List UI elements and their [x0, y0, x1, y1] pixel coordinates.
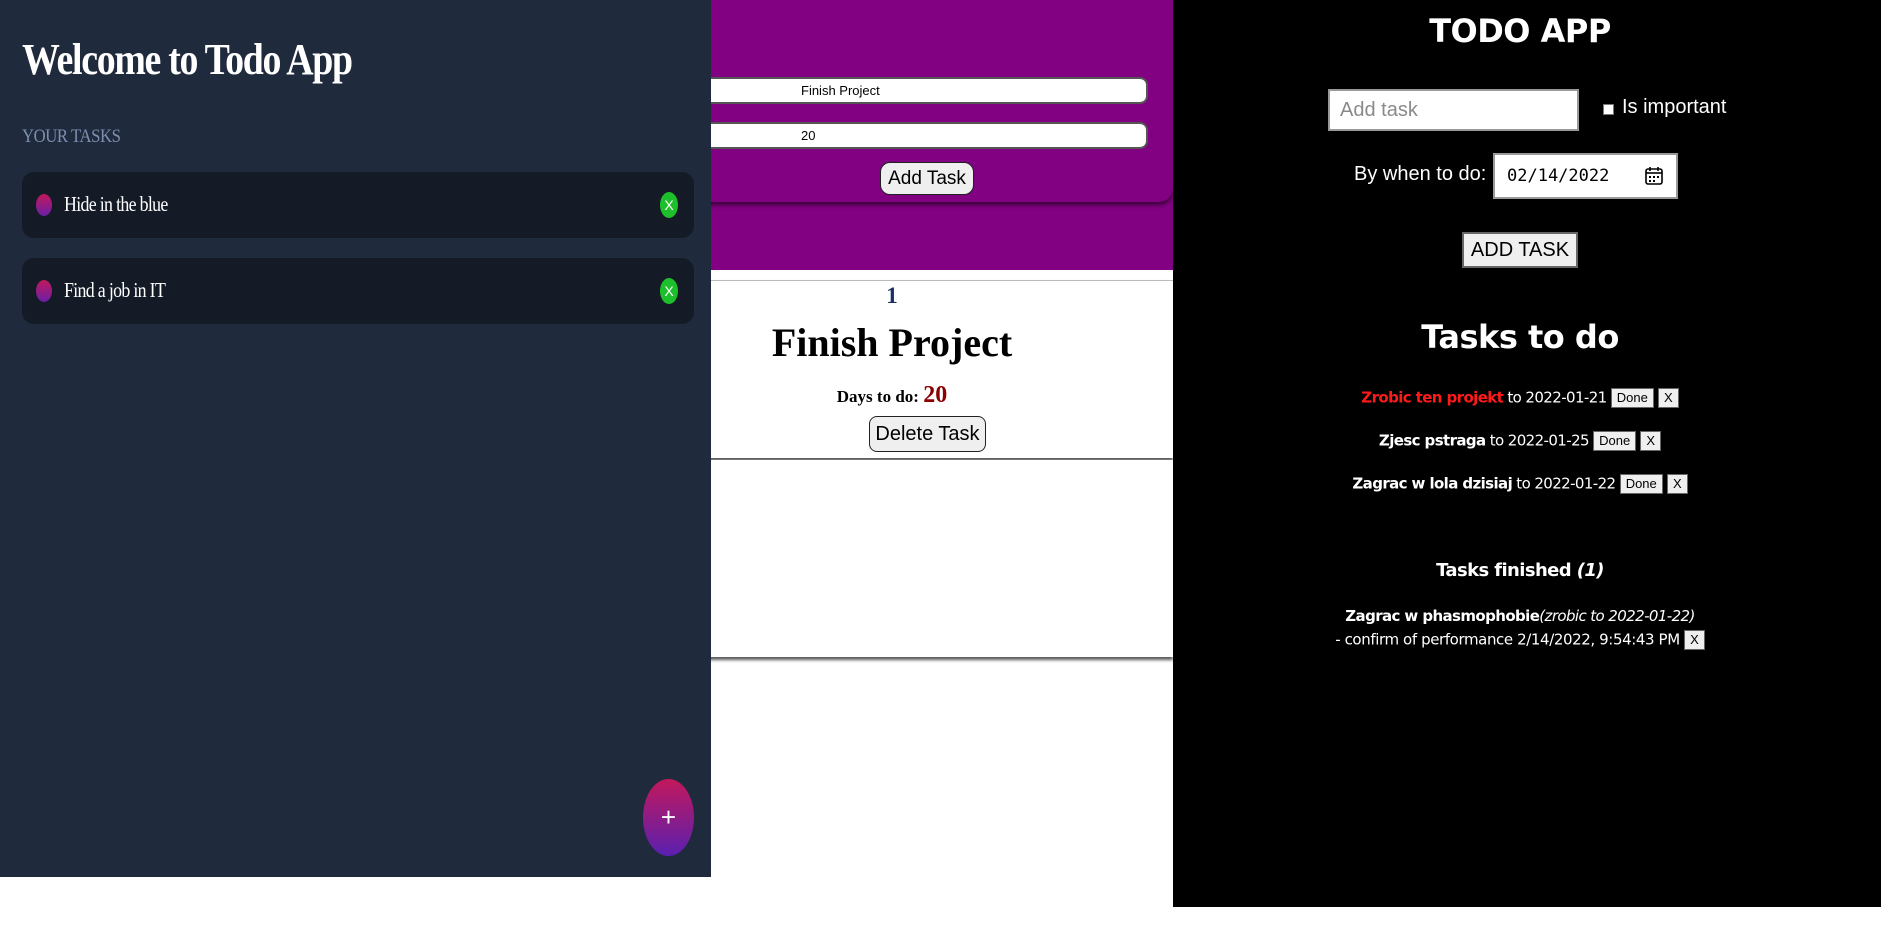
- add-task-fab-button[interactable]: +: [643, 779, 694, 856]
- left-app-title: Welcome to Todo App: [22, 35, 353, 84]
- todo-list-item: Zrobic ten projekt to 2022-01-21 Done X: [1173, 388, 1867, 408]
- to-word: to: [1489, 431, 1504, 450]
- to-word: to: [1516, 474, 1531, 493]
- left-todo-app: Welcome to Todo App YOUR TASKS Hide in t…: [0, 0, 711, 877]
- delete-button[interactable]: X: [1666, 474, 1688, 494]
- task-name-input[interactable]: Finish Project: [699, 77, 1148, 104]
- confirmation-text: - confirm of performance 2/14/2022, 9:54…: [1335, 630, 1680, 649]
- delete-button[interactable]: X: [1640, 431, 1662, 451]
- task-name: Zjesc pstraga: [1378, 431, 1486, 450]
- right-todo-app: TODO APP Add task Is important By when t…: [1173, 0, 1881, 907]
- add-task-button[interactable]: Add Task: [880, 162, 974, 195]
- tasks-finished-heading: Tasks finished (1): [1173, 560, 1867, 581]
- task-date: 2022-01-21: [1525, 388, 1607, 407]
- task-label: Hide in the blue: [64, 192, 168, 216]
- to-word: to: [1507, 388, 1522, 407]
- date-value: 02/14/2022: [1507, 166, 1610, 186]
- finished-heading-label: Tasks finished: [1436, 560, 1572, 581]
- task-dot-icon: [36, 194, 52, 216]
- finished-task-item: Zagrac w phasmophobie(zrobic to 2022-01-…: [1173, 607, 1867, 625]
- delete-finished-button[interactable]: X: [1684, 630, 1705, 650]
- task-dot-icon: [36, 280, 52, 302]
- by-when-label: By when to do:: [1354, 163, 1487, 185]
- done-button[interactable]: Done: [1610, 388, 1654, 408]
- delete-task-button[interactable]: Delete Task: [869, 416, 986, 452]
- done-button[interactable]: Done: [1593, 431, 1637, 451]
- tasks-to-do-heading: Tasks to do: [1421, 318, 1619, 356]
- todo-list-item: Zagrac w lola dzisiaj to 2022-01-22 Done…: [1173, 474, 1867, 494]
- delete-button[interactable]: X: [1658, 388, 1679, 408]
- task-date: 2022-01-25: [1507, 431, 1590, 450]
- finished-task-due: (zrobic to 2022-01-22): [1539, 607, 1695, 625]
- days-label: Days to do:: [836, 387, 919, 406]
- calendar-icon[interactable]: [1644, 166, 1664, 186]
- task-label: Find a job in IT: [64, 278, 166, 302]
- task-card[interactable]: Hide in the blue X: [22, 172, 694, 238]
- delete-task-button[interactable]: X: [660, 278, 678, 304]
- delete-task-button[interactable]: X: [660, 192, 678, 218]
- days-input[interactable]: 20: [699, 122, 1148, 149]
- task-name: Zagrac w lola dzisiaj: [1352, 474, 1513, 493]
- add-task-button[interactable]: ADD TASK: [1462, 232, 1578, 268]
- add-task-input[interactable]: Add task: [1328, 89, 1579, 131]
- finished-task-name: Zagrac w phasmophobie: [1345, 607, 1540, 625]
- task-name: Zrobic ten projekt: [1361, 388, 1504, 407]
- task-date: 2022-01-22: [1534, 474, 1616, 493]
- done-button[interactable]: Done: [1619, 474, 1663, 494]
- app-title: TODO APP: [1429, 12, 1611, 50]
- days-value: 20: [923, 382, 948, 408]
- is-important-label: Is important: [1622, 96, 1727, 118]
- todo-list-item: Zjesc pstraga to 2022-01-25 Done X: [1173, 431, 1867, 451]
- date-input[interactable]: 02/14/2022: [1493, 153, 1678, 199]
- task-card[interactable]: Find a job in IT X: [22, 258, 694, 324]
- finished-count: (1): [1576, 560, 1605, 581]
- your-tasks-label: YOUR TASKS: [22, 126, 121, 147]
- finished-task-confirmation: - confirm of performance 2/14/2022, 9:54…: [1173, 630, 1867, 650]
- is-important-checkbox[interactable]: [1603, 104, 1614, 115]
